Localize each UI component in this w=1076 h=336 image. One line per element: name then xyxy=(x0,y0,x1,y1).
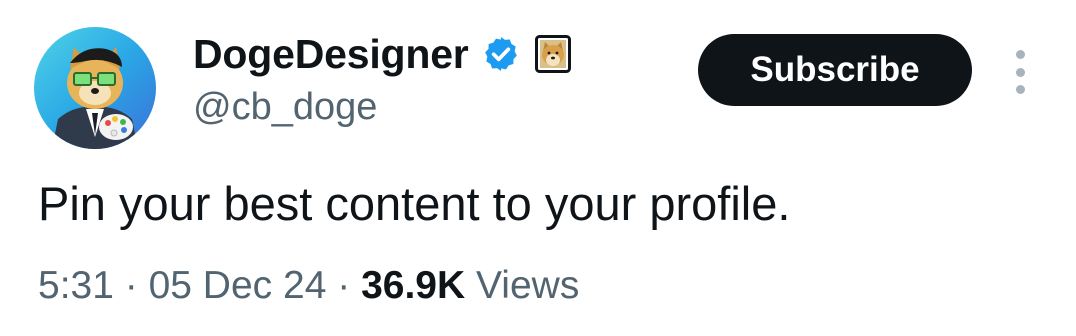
doge-affiliate-badge-icon[interactable] xyxy=(534,35,571,73)
subscribe-button[interactable]: Subscribe xyxy=(698,34,972,106)
post-card: DogeDesigner @cb_doge Subscribe Pin your… xyxy=(0,0,1076,336)
more-dot xyxy=(1015,67,1025,77)
views-label: Views xyxy=(476,264,580,307)
more-dot xyxy=(1015,85,1025,94)
post-date[interactable]: 05 Dec 24 xyxy=(149,264,327,307)
author-name-row: DogeDesigner xyxy=(193,28,571,80)
meta-separator: · xyxy=(124,264,138,307)
author-handle[interactable]: @cb_doge xyxy=(193,84,377,130)
more-options-icon[interactable] xyxy=(1006,50,1034,94)
display-name[interactable]: DogeDesigner xyxy=(193,28,469,80)
verified-badge-icon[interactable] xyxy=(481,34,521,74)
post-meta: 5:31 · 05 Dec 24 · 36.9K Views xyxy=(38,260,579,312)
post-time[interactable]: 5:31 xyxy=(38,264,114,307)
meta-separator: · xyxy=(337,264,351,307)
doge-designer-avatar-icon xyxy=(34,27,156,149)
avatar[interactable] xyxy=(34,27,156,149)
views-count: 36.9K xyxy=(361,264,466,307)
post-text: Pin your best content to your profile. xyxy=(38,177,791,230)
more-dot xyxy=(1015,50,1025,59)
